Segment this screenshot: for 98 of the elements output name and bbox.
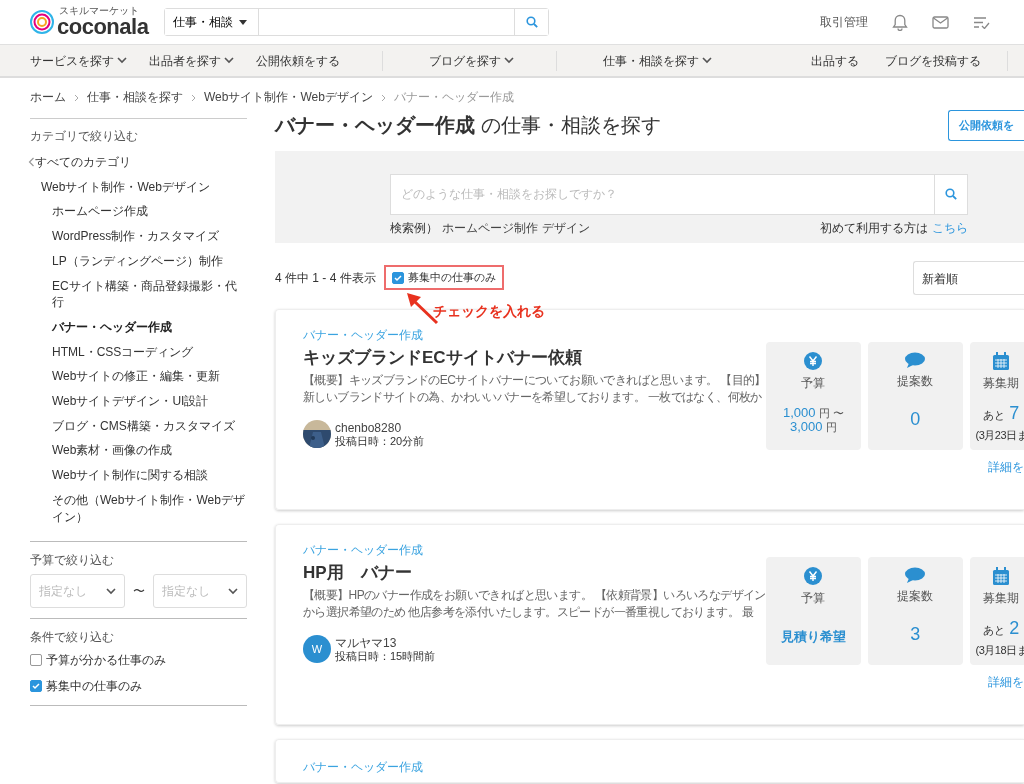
- yen-icon: [804, 566, 823, 585]
- post-time: 投稿日時：15時間前: [335, 649, 436, 663]
- logo-tagline: スキルマーケット: [59, 6, 140, 16]
- job-title[interactable]: HP用 バナー: [303, 560, 766, 585]
- budget-amount: 見積り希望: [780, 627, 846, 646]
- stat-label: 募集期: [983, 374, 1020, 392]
- caret-icon: [239, 19, 248, 25]
- job-summary-line: から選択希望のため 他店参考を添付いたします。スピードが一番重視しております。 最: [303, 603, 755, 621]
- breadcrumb-link[interactable]: 仕事・相談を探す: [87, 89, 183, 106]
- budget-amount: 3,000 円: [789, 420, 838, 436]
- category-link[interactable]: LP（ランディングページ）制作: [30, 248, 247, 274]
- checkbox-label: 予算が分かる仕事のみ: [46, 652, 166, 670]
- stat-label: 予算: [801, 374, 826, 392]
- deadline-date: (3月18日ま: [975, 642, 1024, 658]
- checklist-icon[interactable]: [973, 15, 990, 29]
- proposal-count: 3: [910, 622, 921, 646]
- checkbox[interactable]: [30, 654, 42, 667]
- nav-link[interactable]: 出品者を探す: [149, 51, 234, 70]
- breadcrumb-current: バナー・ヘッダー作成: [393, 89, 514, 106]
- filter-heading: 条件で絞り込む: [30, 629, 115, 647]
- user-link[interactable]: マルヤマ13: [335, 635, 436, 650]
- logo-icon: [30, 10, 54, 34]
- chevron-right-icon: [380, 93, 386, 102]
- chevron-right-icon: [74, 93, 79, 102]
- category-link[interactable]: Web素材・画像の作成: [30, 438, 247, 464]
- nav-link[interactable]: 出品する: [811, 51, 859, 70]
- range-separator: 〜: [132, 583, 145, 601]
- post-time: 投稿日時：20分前: [335, 434, 425, 448]
- search-example-link[interactable]: ホームページ制作: [442, 218, 538, 237]
- category-link[interactable]: ECサイト構築・商品登録撮影・代行: [30, 273, 247, 315]
- job-summary-line: 【概要】HPのバナー作成をお願いできればと思います。 【依頼背景】いろいろなデザイン: [303, 586, 766, 604]
- calendar-icon: [992, 566, 1011, 585]
- job-summary-line: 【概要】キッズブランドのECサイトバナーについてお願いできればと思います。 【目的】: [303, 371, 766, 389]
- stat-label: 予算: [801, 589, 826, 607]
- job-title[interactable]: キッズブランドECサイトバナー依頼: [303, 345, 766, 370]
- user-link[interactable]: chenbo8280: [335, 420, 425, 435]
- checkbox[interactable]: [391, 271, 404, 284]
- nav-link[interactable]: ブログを投稿する: [885, 51, 981, 70]
- stat-label: 提案数: [897, 587, 934, 605]
- category-link[interactable]: ブログ・CMS構築・カスタマイズ: [30, 413, 247, 439]
- checkbox-label: 募集中の仕事のみ: [407, 270, 496, 286]
- chevron-left-icon[interactable]: [28, 157, 35, 168]
- chevron-right-icon: [191, 93, 196, 102]
- category-link[interactable]: HTML・CSSコーディング: [30, 339, 247, 365]
- details-link[interactable]: 詳細を: [988, 459, 1024, 474]
- search-button[interactable]: [514, 9, 549, 35]
- nav-link[interactable]: 公開依頼をする: [256, 51, 340, 70]
- logo-text[interactable]: coconala: [57, 16, 149, 38]
- filter-heading: カテゴリで絞り込む: [30, 128, 139, 145]
- header-link[interactable]: 取引管理: [820, 13, 868, 31]
- mail-icon[interactable]: [932, 15, 949, 29]
- details-link[interactable]: 詳細を: [988, 674, 1024, 689]
- check-icon: [31, 681, 41, 692]
- search-example-label: 検索例）: [390, 219, 438, 237]
- nav-link[interactable]: 仕事・相談を探す: [603, 51, 712, 70]
- yen-icon: [804, 351, 823, 370]
- job-summary-line: 新しいブランドサイトの為、かわいいバナーを希望しております。 一枚ではなく、何枚か: [303, 388, 763, 406]
- scope-dropdown[interactable]: 仕事・相談: [165, 9, 260, 35]
- help-text: 初めて利用する方は: [820, 219, 928, 237]
- search-example-link[interactable]: デザイン: [542, 218, 590, 237]
- checkbox-label: 募集中の仕事のみ: [46, 678, 142, 696]
- speech-bubble-icon: [905, 351, 926, 368]
- category-link[interactable]: Webサイト制作に関する相談: [30, 463, 247, 488]
- chevron-down-icon: [105, 587, 116, 595]
- result-count: 4 件中 1 - 4 件表示: [275, 269, 376, 287]
- sort-select[interactable]: 新着順: [913, 260, 1024, 295]
- breadcrumb-link[interactable]: Webサイト制作・Webデザイン: [204, 89, 373, 106]
- category-link[interactable]: Webサイト制作・Webデザイン: [30, 174, 247, 200]
- annotation-text: チェックを入れる: [433, 301, 545, 321]
- deadline-days: あと 2: [983, 614, 1020, 642]
- bell-icon[interactable]: [892, 13, 908, 31]
- checkbox[interactable]: [30, 680, 42, 693]
- deadline-date: (3月23日ま: [975, 427, 1024, 443]
- breadcrumb-link[interactable]: ホーム: [30, 89, 66, 106]
- avatar: W: [303, 635, 331, 664]
- filter-heading: 予算で絞り込む: [30, 552, 115, 570]
- chevron-down-icon: [228, 587, 238, 595]
- speech-bubble-icon: [905, 566, 926, 583]
- search-icon: [525, 16, 538, 28]
- stat-label: 募集期: [983, 589, 1020, 607]
- page-title: バナー・ヘッダー作成 の仕事・相談を探す: [275, 113, 661, 138]
- nav-link[interactable]: ブログを探す: [429, 51, 514, 70]
- search-icon: [945, 188, 957, 200]
- search-button[interactable]: [934, 173, 968, 215]
- category-link[interactable]: バナー・ヘッダー作成: [30, 314, 247, 340]
- category-link[interactable]: Webサイトの修正・編集・更新: [30, 364, 247, 390]
- stat-label: 提案数: [897, 372, 934, 390]
- budget-amount: 1,000 円 〜: [782, 405, 844, 421]
- proposal-count: 0: [910, 407, 921, 431]
- category-link[interactable]: WordPress制作・カスタマイズ: [30, 224, 247, 249]
- calendar-icon: [992, 351, 1011, 370]
- deadline-days: あと 7: [983, 399, 1020, 427]
- category-link[interactable]: Webサイトデザイン・UI設計: [30, 389, 247, 414]
- category-link[interactable]: その他（Webサイト制作・Webデザイン）: [30, 487, 247, 530]
- category-link[interactable]: すべてのカテゴリ: [28, 150, 247, 175]
- category-link[interactable]: ホームページ作成: [30, 199, 247, 225]
- check-icon: [392, 272, 403, 283]
- nav-link[interactable]: サービスを探す: [30, 51, 127, 70]
